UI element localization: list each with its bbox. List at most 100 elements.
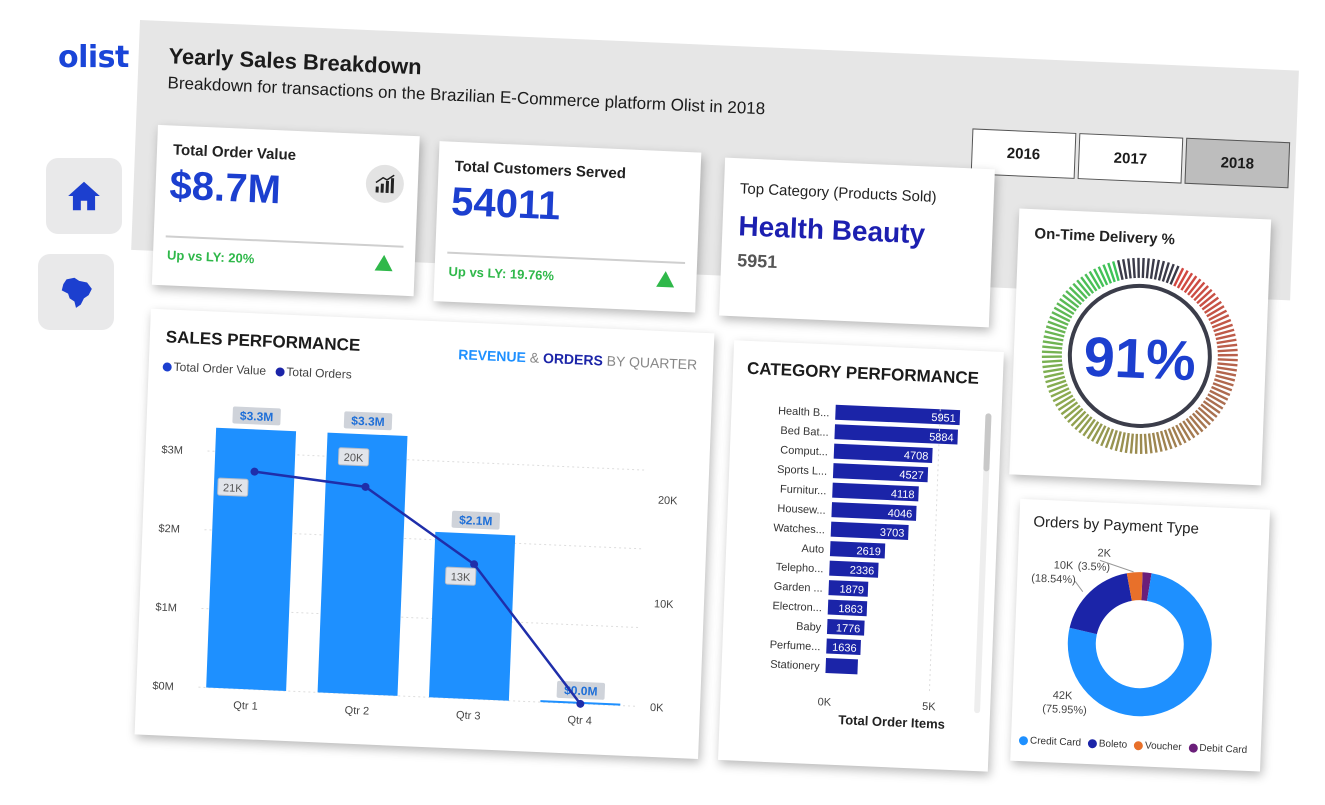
category-label: Perfume... (769, 639, 820, 653)
top-category-name: Health Beauty (737, 210, 926, 250)
up-arrow-icon (374, 254, 394, 272)
revenue-bar (428, 531, 516, 701)
category-label: Garden ... (774, 581, 823, 595)
category-label: Comput... (780, 444, 828, 458)
category-value: 4708 (904, 450, 929, 463)
y-left-tick: $3M (161, 444, 183, 457)
gauge-tick (1143, 433, 1148, 454)
x-tick-label: Qtr 4 (567, 714, 592, 727)
legend-orders-dot (275, 367, 285, 377)
sales-performance-title: SALES PERFORMANCE (165, 327, 361, 355)
up-arrow-icon (656, 270, 675, 288)
category-bar (825, 658, 858, 675)
home-nav-button[interactable] (46, 158, 122, 234)
brazil-map-nav-button[interactable] (38, 254, 114, 330)
category-label: Telepho... (776, 561, 824, 575)
category-value: 5884 (929, 431, 954, 444)
payment-type-card: Orders by Payment Type 2K 10K (3.5%) (18.54… (1010, 498, 1271, 772)
category-label: Stationery (770, 659, 820, 673)
x-tick-label: 5K (922, 701, 937, 714)
legend-dot-debit (1188, 743, 1198, 753)
category-chart: Health B... 5951 Bed Bat... 5884 Comput... 47… (769, 404, 961, 732)
legend-dot-boleto (1087, 738, 1098, 749)
category-label: Bed Bat... (780, 425, 829, 439)
legend-dot-voucher (1133, 740, 1144, 751)
orders-line (254, 470, 582, 705)
kpi-customers-card: Total Customers Served 54011 Up vs LY: 1… (433, 141, 702, 313)
kpi-order-value-card: Total Order Value $8.7M Up vs LY: 20% (151, 124, 420, 297)
payment-title: Orders by Payment Type (1033, 513, 1200, 538)
category-label: Electron... (772, 600, 822, 614)
subtitle-revenue: REVENUE (457, 346, 527, 366)
donut-label: 42K (1053, 689, 1074, 702)
category-value: 3703 (880, 527, 905, 540)
line-data-label: 13K (451, 571, 472, 584)
category-value: 1636 (832, 642, 857, 655)
category-performance-title: CATEGORY PERFORMANCE (746, 358, 980, 388)
gauge-tick (1093, 268, 1105, 288)
legend-credit: Credit Card (1029, 735, 1082, 749)
category-value: 4118 (891, 488, 915, 501)
category-value: 4527 (899, 469, 924, 482)
legend-dot-credit (1018, 735, 1029, 746)
legend-value-dot (162, 362, 172, 373)
payment-legend: Credit Card Boleto Voucher Debit Card (1018, 735, 1248, 756)
legend-debit: Debit Card (1199, 742, 1248, 756)
category-label: Housew... (777, 503, 826, 517)
category-label: Watches... (773, 522, 825, 536)
x-axis-title: Total Order Items (838, 712, 945, 732)
y-left-tick: $1M (155, 601, 177, 614)
gauge-tick (1090, 423, 1103, 442)
line-data-label: 21K (223, 482, 244, 495)
kpi-label: Total Order Value (172, 141, 297, 164)
donut-label: (75.95%) (1042, 703, 1087, 717)
donut-slice (1069, 573, 1132, 635)
gauge-tick (1176, 270, 1189, 289)
subtitle-orders: ORDERS (542, 349, 604, 369)
kpi-top-category-card: Top Category (Products Sold) Health Beau… (719, 157, 995, 328)
gauge-tick (1124, 432, 1130, 454)
trend-chart-icon (365, 164, 405, 204)
payment-donut: 2K10K (3.5%)(18.54%)42K(75.95%) (1031, 547, 1212, 717)
olist-logo: olist (58, 40, 129, 75)
year-2018-button[interactable]: 2018 (1184, 137, 1291, 189)
gauge-tick (1153, 259, 1161, 280)
category-label: Sports L... (777, 464, 828, 478)
sales-performance-card: SALES PERFORMANCE REVENUE & ORDERS BY QU… (134, 308, 715, 760)
y-right-tick: 0K (650, 702, 665, 715)
y-left-tick: $2M (158, 523, 180, 536)
sales-legend: Total Order Value Total Orders (162, 359, 353, 382)
gauge-tick (1121, 259, 1128, 280)
category-value: 2336 (850, 564, 875, 577)
y-right-tick: 20K (658, 495, 679, 508)
line-data-label: 20K (344, 452, 365, 465)
on-time-value: 91% (1082, 324, 1197, 393)
gauge-tick (1137, 257, 1140, 278)
kpi-divider (447, 251, 686, 265)
kpi-value: 54011 (450, 179, 562, 229)
category-value: 1863 (838, 603, 863, 616)
gauge-tick (1129, 433, 1134, 454)
x-tick-label: Qtr 2 (344, 705, 369, 718)
x-tick-label: Qtr 3 (456, 709, 481, 722)
donut-label: (18.54%) (1031, 572, 1076, 586)
revenue-bar (206, 427, 297, 692)
gauge-tick (1134, 433, 1139, 454)
year-2017-button[interactable]: 2017 (1077, 133, 1184, 184)
gauge-tick (1141, 257, 1145, 279)
kpi-trend-text: Up vs LY: 19.76% (448, 263, 555, 284)
x-tick-label: 0K (817, 696, 832, 709)
category-label: Auto (801, 543, 824, 556)
gauge-tick (1151, 432, 1158, 453)
donut-label: 2K (1097, 547, 1112, 560)
category-performance-card: CATEGORY PERFORMANCE Health B... 5951 Bed … (718, 340, 1004, 772)
gauge-tick (1149, 258, 1156, 279)
legend-orders-label: Total Orders (286, 364, 353, 382)
subtitle-rest: BY QUARTER (602, 352, 698, 373)
category-value: 4046 (888, 508, 913, 521)
y-left-tick: $0M (152, 680, 174, 693)
donut-label: 10K (1054, 559, 1075, 572)
subtitle-amp: & (525, 349, 544, 366)
bar-data-label: $2.1M (459, 513, 493, 528)
gauge-tick (1127, 258, 1132, 279)
